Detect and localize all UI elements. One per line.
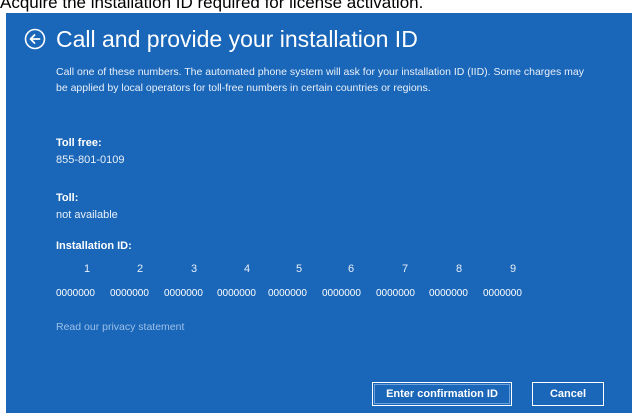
iid-group: 0000000 [429, 288, 468, 299]
iid-column-number: 3 [190, 263, 198, 275]
toll-free-number: 855-801-0109 [56, 154, 125, 166]
installation-id-label: Installation ID: [56, 240, 132, 252]
iid-group: 0000000 [483, 288, 522, 299]
iid-column-number: 7 [401, 263, 409, 275]
iid-column-number: 6 [347, 263, 355, 275]
dialog-description: Call one of these numbers. The automated… [56, 66, 584, 94]
toll-label: Toll: [56, 192, 79, 204]
page-caption: Acquire the installation ID required for… [0, 0, 424, 12]
iid-group: 0000000 [164, 288, 203, 299]
iid-group: 0000000 [217, 288, 256, 299]
iid-group: 0000000 [376, 288, 415, 299]
back-arrow-icon[interactable] [24, 28, 46, 50]
enter-confirmation-id-button[interactable]: Enter confirmation ID [372, 382, 512, 406]
iid-column-number: 2 [136, 263, 144, 275]
iid-column-number: 5 [295, 263, 303, 275]
activation-dialog: Call and provide your installation ID Ca… [6, 13, 632, 413]
iid-group: 0000000 [322, 288, 361, 299]
iid-column-number: 4 [243, 263, 251, 275]
iid-group: 0000000 [268, 288, 307, 299]
toll-number: not available [56, 209, 118, 221]
privacy-statement-link[interactable]: Read our privacy statement [56, 321, 184, 333]
iid-column-number: 8 [455, 263, 463, 275]
iid-column-number: 1 [83, 263, 91, 275]
iid-group: 0000000 [56, 288, 95, 299]
iid-group: 0000000 [110, 288, 149, 299]
cancel-button[interactable]: Cancel [532, 382, 604, 406]
iid-column-number: 9 [509, 263, 517, 275]
dialog-title: Call and provide your installation ID [56, 26, 418, 52]
toll-free-label: Toll free: [56, 137, 102, 149]
